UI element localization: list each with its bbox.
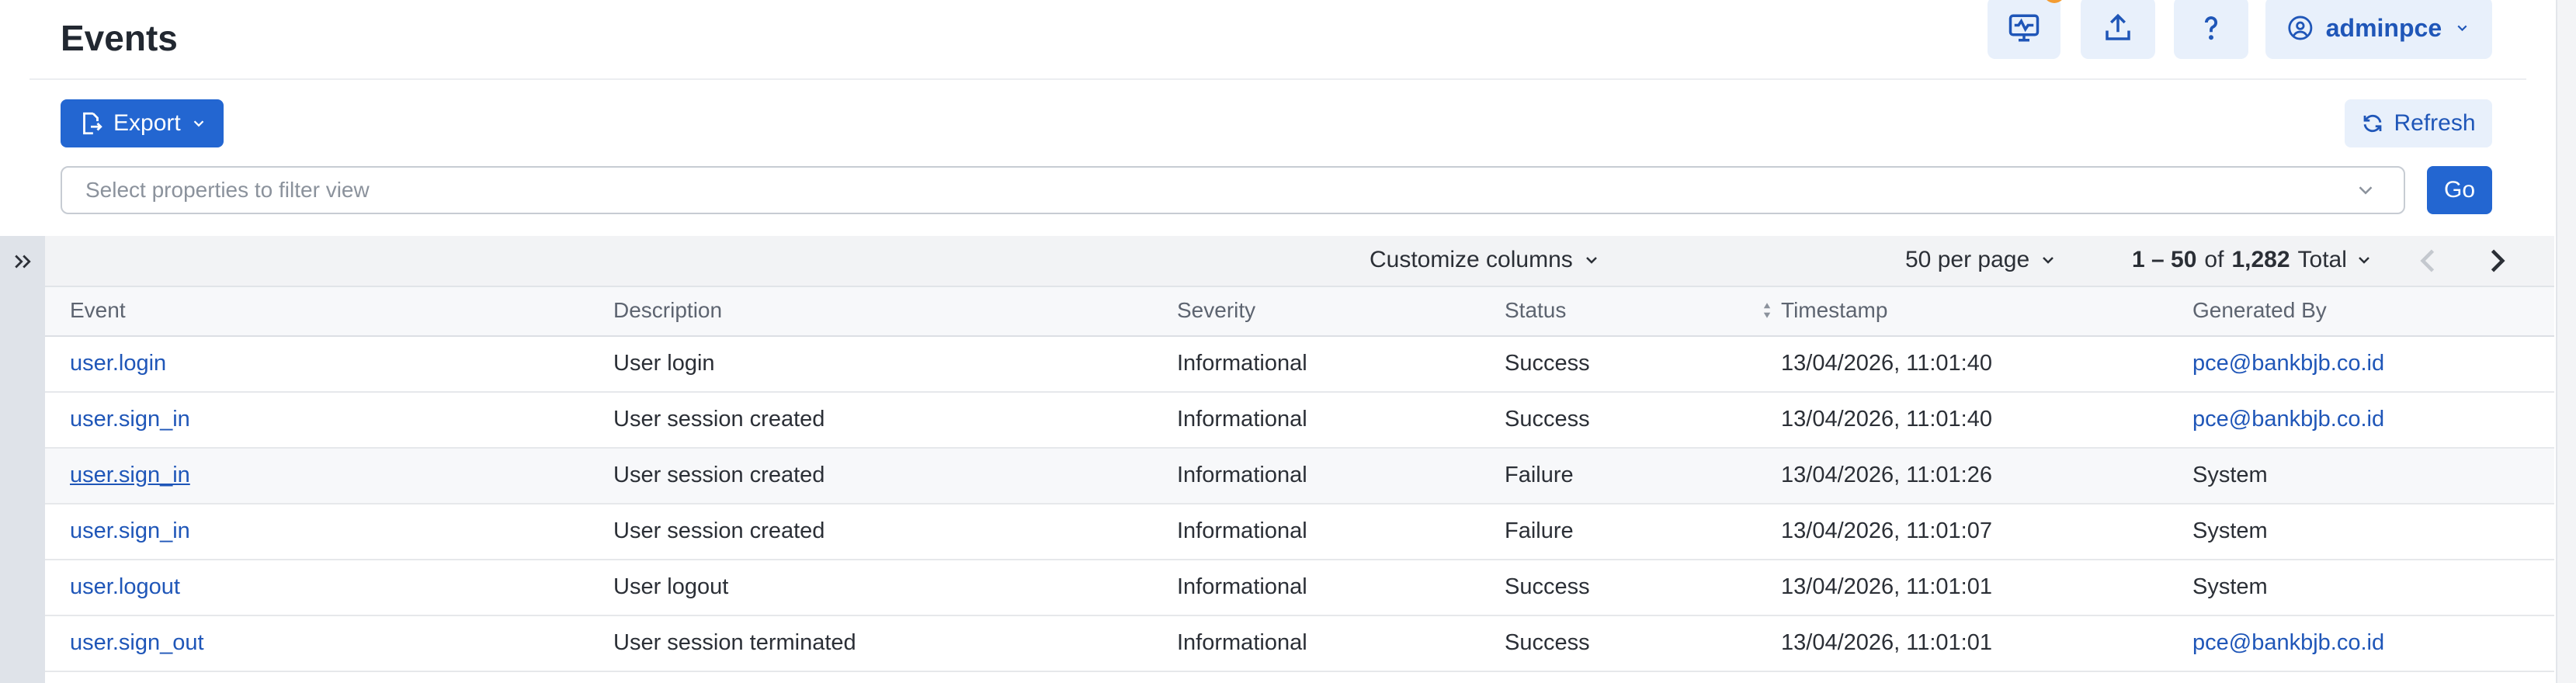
monitor-heart-icon xyxy=(2008,14,2040,42)
export-label: Export xyxy=(113,110,181,136)
event-link[interactable]: user.logout xyxy=(70,574,180,600)
status-cell: Failure xyxy=(1505,518,1574,543)
health-button[interactable]: 1 xyxy=(1988,0,2065,59)
table-row[interactable]: user.sign_in User session created Inform… xyxy=(45,504,2554,560)
status-cell: Success xyxy=(1505,574,1590,599)
customize-columns-button[interactable]: Customize columns xyxy=(1370,247,1601,273)
chevron-right-icon[interactable] xyxy=(2480,244,2514,278)
status-cell: Success xyxy=(1505,630,1590,655)
upload-button[interactable] xyxy=(2081,0,2155,59)
description-cell: User session created xyxy=(613,463,825,487)
severity-cell: Informational xyxy=(1177,407,1307,432)
description-cell: User session terminated xyxy=(613,630,856,655)
table-row[interactable]: user.login User login Informational Succ… xyxy=(45,337,2554,393)
chevron-down-icon xyxy=(2043,257,2054,264)
export-file-icon xyxy=(83,112,102,135)
help-icon xyxy=(2204,16,2217,40)
description-cell: User session created xyxy=(613,518,825,543)
user-name: adminpce xyxy=(2325,13,2442,42)
column-header-event[interactable]: Event xyxy=(70,298,126,323)
table-row[interactable]: user.sign_in User session created Inform… xyxy=(45,393,2554,449)
user-circle-icon xyxy=(2288,16,2313,40)
sort-icon[interactable] xyxy=(1761,300,1773,321)
filter-input[interactable] xyxy=(61,166,2405,214)
event-link[interactable]: user.login xyxy=(70,351,166,376)
generated-by-cell: System xyxy=(2192,518,2268,543)
page-range: 1 – 50 xyxy=(2132,247,2197,272)
column-header-timestamp[interactable]: Timestamp xyxy=(1781,298,1887,323)
chevron-down-icon[interactable] xyxy=(2354,179,2377,202)
per-page-label: 50 per page xyxy=(1905,247,2030,272)
event-link[interactable]: user.sign_out xyxy=(70,630,204,656)
timestamp-cell: 13/04/2026, 11:01:01 xyxy=(1781,574,1992,599)
refresh-label: Refresh xyxy=(2394,110,2476,136)
total-count-select[interactable]: 1 – 50 of 1,282 Total xyxy=(2132,247,2373,273)
table-row[interactable]: user.sign_in User session created Inform… xyxy=(45,449,2554,504)
filter-panel-toggle[interactable] xyxy=(0,236,45,683)
timestamp-cell: 13/04/2026, 11:01:40 xyxy=(1781,407,1992,432)
generated-by-link[interactable]: pce@bankbjb.co.id xyxy=(2192,407,2384,432)
description-cell: User session created xyxy=(613,407,825,432)
timestamp-cell: 13/04/2026, 11:01:40 xyxy=(1781,351,1992,376)
per-page-select[interactable]: 50 per page xyxy=(1905,247,2057,273)
chevron-left-icon[interactable] xyxy=(2411,244,2446,278)
timestamp-cell: 13/04/2026, 11:01:01 xyxy=(1781,630,1992,655)
event-link[interactable]: user.sign_in xyxy=(70,518,190,544)
export-button[interactable]: Export xyxy=(61,99,224,147)
upload-icon xyxy=(2106,13,2130,40)
generated-by-link[interactable]: pce@bankbjb.co.id xyxy=(2192,630,2384,656)
table-row[interactable]: user.logout User logout Informational Su… xyxy=(45,560,2554,616)
table-header: Event Description Severity Status Timest… xyxy=(45,287,2554,337)
description-cell: User login xyxy=(613,351,715,376)
page-title: Events xyxy=(61,18,178,58)
severity-cell: Informational xyxy=(1177,518,1307,543)
double-chevron-right-icon xyxy=(15,255,31,269)
user-menu-button[interactable]: adminpce xyxy=(2265,0,2492,59)
table-row[interactable]: user.sign_out User session terminated In… xyxy=(45,616,2554,672)
customize-columns-label: Customize columns xyxy=(1370,247,1573,272)
severity-cell: Informational xyxy=(1177,351,1307,376)
refresh-icon xyxy=(2364,114,2382,133)
go-button[interactable]: Go xyxy=(2427,166,2492,214)
help-button[interactable] xyxy=(2174,0,2248,59)
scrollbar[interactable] xyxy=(2556,0,2576,683)
severity-cell: Informational xyxy=(1177,463,1307,487)
column-header-generated-by[interactable]: Generated By xyxy=(2192,298,2327,323)
pagination-bar: Customize columns 50 per page 1 – 50 of … xyxy=(45,236,2554,287)
refresh-button[interactable]: Refresh xyxy=(2345,99,2492,147)
chevron-down-icon xyxy=(1585,257,1597,264)
column-header-description[interactable]: Description xyxy=(613,298,722,323)
column-header-status[interactable]: Status xyxy=(1505,298,1566,323)
column-header-severity[interactable]: Severity xyxy=(1177,298,1255,323)
generated-by-cell: System xyxy=(2192,463,2268,487)
severity-cell: Informational xyxy=(1177,574,1307,599)
chevron-down-icon xyxy=(2457,25,2467,32)
total-label: Total xyxy=(2297,247,2347,272)
status-cell: Failure xyxy=(1505,463,1574,487)
total-count: 1,282 xyxy=(2231,247,2290,272)
page-of-label: of xyxy=(2204,247,2224,272)
description-cell: User logout xyxy=(613,574,729,599)
event-link[interactable]: user.sign_in xyxy=(70,407,190,432)
chevron-down-icon xyxy=(2359,257,2369,264)
chevron-down-icon xyxy=(193,120,204,127)
header-divider xyxy=(30,78,2526,80)
notification-badge: 1 xyxy=(2043,0,2065,3)
generated-by-link[interactable]: pce@bankbjb.co.id xyxy=(2192,351,2384,376)
timestamp-cell: 13/04/2026, 11:01:26 xyxy=(1781,463,1992,487)
event-link[interactable]: user.sign_in xyxy=(70,463,190,488)
timestamp-cell: 13/04/2026, 11:01:07 xyxy=(1781,518,1992,543)
status-cell: Success xyxy=(1505,351,1590,376)
generated-by-cell: System xyxy=(2192,574,2268,599)
status-cell: Success xyxy=(1505,407,1590,432)
severity-cell: Informational xyxy=(1177,630,1307,655)
